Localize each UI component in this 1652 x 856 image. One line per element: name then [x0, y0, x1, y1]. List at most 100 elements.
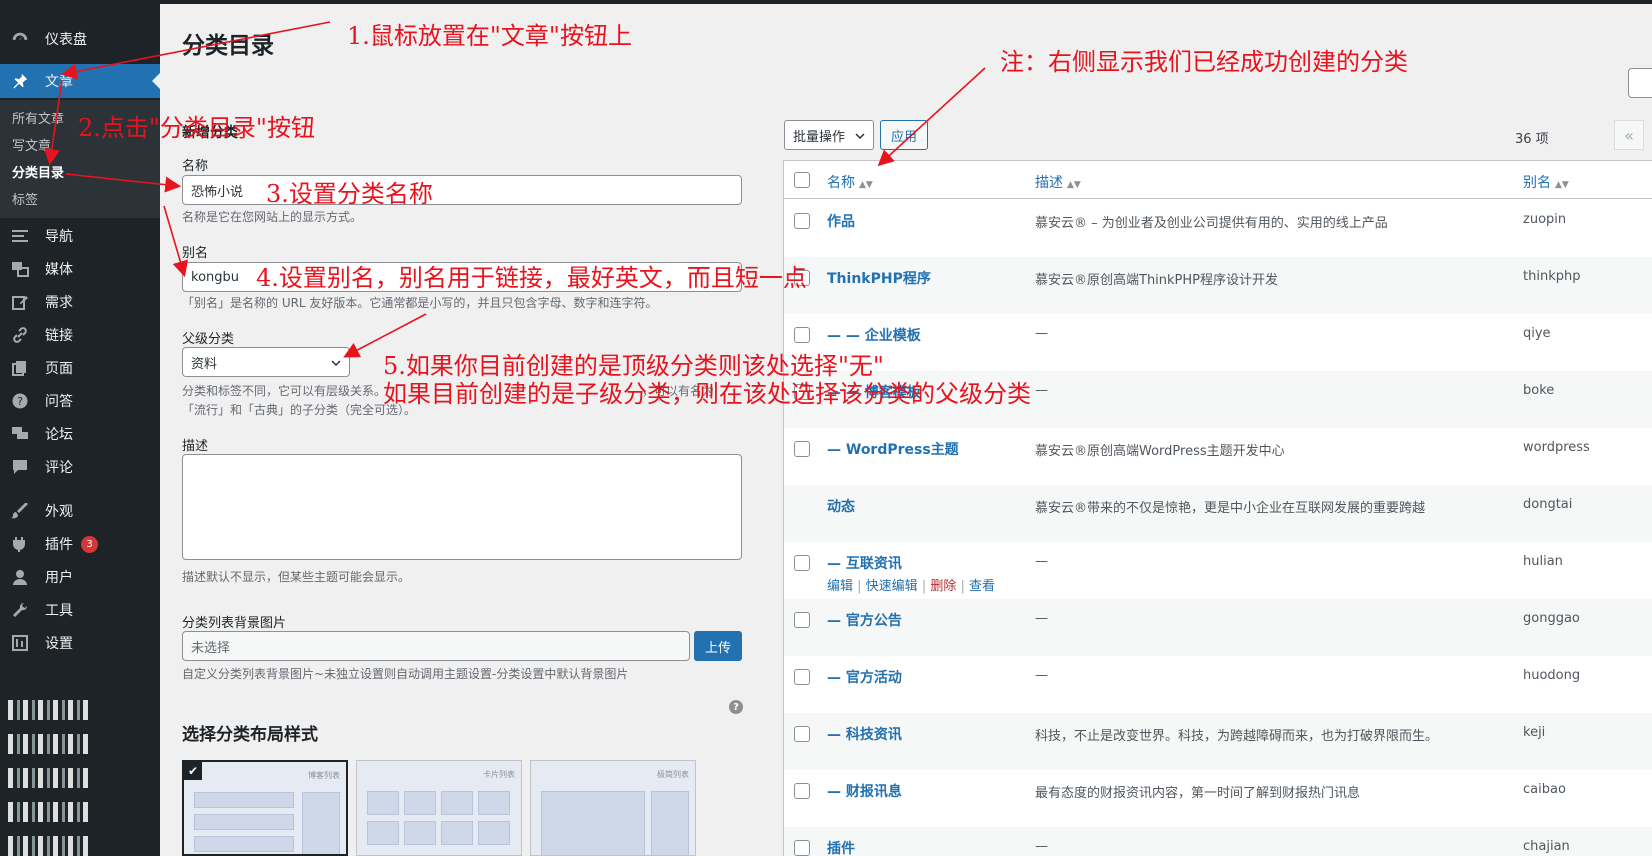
categories-table: 名称 ▲▼ 描述 ▲▼ 别名 ▲▼ 作品 慕安云® – 为创业者及创业公司提供有用的、实… — [783, 160, 1652, 856]
column-name-header[interactable]: 名称 ▲▼ — [827, 172, 873, 192]
menu-posts[interactable]: 文章 — [0, 64, 160, 98]
bulk-actions-label: 批量操作 — [793, 129, 846, 145]
chevron-down-icon — [855, 128, 865, 143]
row-checkbox[interactable] — [794, 783, 810, 799]
obscured-menu-item[interactable] — [8, 700, 92, 720]
category-description: 科技，不止是改变世界。科技，为跨越障碍而来，也为打破界限而生。 — [1035, 729, 1439, 744]
menu-label: 文章 — [45, 74, 73, 90]
obscured-menu-item[interactable] — [8, 768, 92, 788]
row-checkbox[interactable] — [794, 213, 810, 229]
row-checkbox[interactable] — [794, 726, 810, 742]
delete-link[interactable]: 删除 — [930, 579, 956, 594]
menu-qa[interactable]: ? 问答 — [0, 384, 160, 418]
column-slug-header[interactable]: 别名 ▲▼ — [1523, 172, 1569, 192]
table-row: 作品 慕安云® – 为创业者及创业公司提供有用的、实用的线上产品 zuopin — [784, 200, 1652, 257]
edit-icon — [10, 292, 30, 312]
category-name-link[interactable]: 动态 — [827, 496, 855, 516]
layout-option-card[interactable]: 卡片列表 — [356, 760, 522, 856]
page-icon — [10, 358, 30, 378]
row-checkbox[interactable] — [794, 612, 810, 628]
category-name-link[interactable]: — 科技资讯 — [827, 724, 902, 744]
obscured-menu-item[interactable] — [8, 802, 92, 822]
row-checkbox[interactable] — [794, 555, 810, 571]
table-row: — WordPress主题 慕安云®原创高端WordPress主题开发中心 word… — [784, 428, 1652, 485]
table-row: ThinkPHP程序 慕安云®原创高端ThinkPHP程序设计开发 thinkphp — [784, 257, 1652, 314]
menu-settings[interactable]: 设置 — [0, 626, 160, 660]
category-slug: dongtai — [1523, 497, 1573, 512]
menu-comments[interactable]: 评论 — [0, 450, 160, 484]
table-row: 动态 慕安云®带来的不仅是惊艳，更是中小企业在互联网发展的重要跨越 dongtai — [784, 485, 1652, 542]
menu-icon — [10, 226, 30, 246]
submenu-categories[interactable]: 分类目录 — [12, 162, 64, 181]
menu-pages[interactable]: 页面 — [0, 351, 160, 385]
select-all-checkbox[interactable] — [794, 172, 810, 188]
description-help: 描述默认不显示，但某些主题可能会显示。 — [182, 570, 411, 584]
layout-preview-block — [441, 791, 473, 815]
submenu-all-posts[interactable]: 所有文章 — [12, 108, 64, 127]
forum-icon — [10, 424, 30, 444]
separator: | — [956, 579, 970, 594]
category-slug: qiye — [1523, 326, 1551, 341]
menu-requests[interactable]: 需求 — [0, 285, 160, 319]
layout-option-blog[interactable]: ✔ 博客列表 — [182, 760, 348, 856]
table-row: 插件 — chajian — [784, 827, 1652, 856]
view-link[interactable]: 查看 — [969, 579, 995, 594]
menu-media[interactable]: 媒体 — [0, 252, 160, 286]
quick-edit-link[interactable]: 快速编辑 — [866, 579, 918, 594]
settings-icon — [10, 633, 30, 653]
menu-navigation[interactable]: 导航 — [0, 219, 160, 253]
row-checkbox[interactable] — [794, 441, 810, 457]
category-name-link[interactable]: — — 企业模板 — [827, 325, 921, 345]
description-textarea[interactable] — [182, 454, 742, 560]
menu-label: 仪表盘 — [45, 32, 87, 48]
upload-button[interactable]: 上传 — [694, 631, 742, 661]
annotation-step-1: 1.鼠标放置在"文章"按钮上 — [347, 22, 632, 50]
category-name-link[interactable]: — 财报讯息 — [827, 781, 902, 801]
category-name-link[interactable]: — 互联资讯 — [827, 553, 902, 573]
layout-preview-block — [478, 791, 510, 815]
table-row: — 互联资讯 — hulian 编辑 | 快速编辑 | 删除 | 查看 — [784, 542, 1652, 599]
category-name-link[interactable]: — WordPress主题 — [827, 439, 959, 459]
category-slug: boke — [1523, 383, 1555, 398]
table-row: — 财报讯息 最有态度的财报资讯内容，第一时间了解到财报热门讯息 caibao — [784, 770, 1652, 827]
apply-button[interactable]: 应用 — [880, 120, 928, 150]
menu-links[interactable]: 链接 — [0, 318, 160, 352]
category-name-link[interactable]: ThinkPHP程序 — [827, 268, 931, 288]
category-description: 慕安云®原创高端ThinkPHP程序设计开发 — [1035, 273, 1279, 288]
menu-plugins[interactable]: 插件 3 — [0, 527, 160, 561]
row-checkbox[interactable] — [794, 840, 810, 856]
parent-category-select[interactable]: 资料 — [182, 347, 350, 377]
category-slug: keji — [1523, 725, 1546, 740]
category-name-link[interactable]: — 官方活动 — [827, 667, 902, 687]
edit-link[interactable]: 编辑 — [827, 579, 853, 594]
row-checkbox[interactable] — [794, 327, 810, 343]
obscured-menu-item[interactable] — [8, 836, 92, 856]
row-checkbox[interactable] — [794, 669, 810, 685]
help-icon[interactable]: ? — [729, 700, 743, 714]
menu-tools[interactable]: 工具 — [0, 593, 160, 627]
annotation-step-2: 2.点击"分类目录"按钮 — [78, 114, 315, 142]
category-description: 慕安云®原创高端WordPress主题开发中心 — [1035, 444, 1285, 459]
dashboard-icon — [10, 29, 30, 49]
category-slug: gonggao — [1523, 611, 1580, 626]
bulk-actions-select[interactable]: 批量操作 — [784, 120, 874, 150]
column-desc-header[interactable]: 描述 ▲▼ — [1035, 172, 1081, 192]
submenu-new-post[interactable]: 写文章 — [12, 135, 51, 154]
menu-dashboard[interactable]: 仪表盘 — [0, 22, 160, 56]
menu-users[interactable]: 用户 — [0, 560, 160, 594]
search-input[interactable] — [1628, 68, 1652, 98]
bg-image-input[interactable]: 未选择 — [182, 631, 690, 661]
slug-label: 别名 — [182, 246, 209, 261]
plugin-icon — [10, 534, 30, 554]
prev-page-button[interactable]: « — [1614, 120, 1644, 150]
obscured-menu-item[interactable] — [8, 734, 92, 754]
category-name-link[interactable]: 插件 — [827, 838, 855, 856]
category-name-link[interactable]: — 官方公告 — [827, 610, 902, 630]
parent-help-line1: 分类和标签不同，它可以有层级关系。 — [182, 384, 381, 398]
layout-option-minimal[interactable]: 极简列表 — [530, 760, 696, 856]
menu-forum[interactable]: 论坛 — [0, 417, 160, 451]
layout-title: 博客列表 — [308, 771, 340, 780]
menu-appearance[interactable]: 外观 — [0, 494, 160, 528]
category-name-link[interactable]: 作品 — [827, 211, 855, 231]
submenu-tags[interactable]: 标签 — [12, 189, 38, 208]
